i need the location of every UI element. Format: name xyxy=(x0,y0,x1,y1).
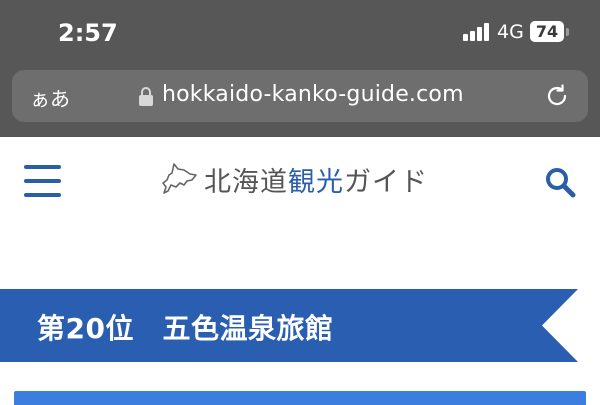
hokkaido-map-icon xyxy=(162,163,197,194)
reload-icon[interactable] xyxy=(544,83,570,109)
address-bar[interactable]: ぁあ hokkaido-kanko-guide.com xyxy=(12,70,588,122)
cellular-signal-icon xyxy=(463,23,490,41)
ranking-banner: 第20位 五色温泉旅館 xyxy=(0,289,578,362)
battery-tip xyxy=(566,28,569,36)
status-time: 2:57 xyxy=(58,19,118,47)
content-card-top xyxy=(14,391,586,405)
hamburger-menu-icon[interactable] xyxy=(24,165,61,197)
network-type: 4G xyxy=(497,21,524,43)
text-size-button[interactable]: ぁあ xyxy=(30,83,70,112)
battery-icon: 74 xyxy=(530,21,564,42)
url-text[interactable]: hokkaido-kanko-guide.com xyxy=(162,82,464,107)
ranking-title: 第20位 五色温泉旅館 xyxy=(37,312,334,345)
lock-icon xyxy=(139,87,153,106)
browser-chrome: 2:57 4G 74 ぁあ hokkaido-kanko-guide.com xyxy=(0,0,600,137)
site-header: 北海道観光ガイド xyxy=(0,137,600,227)
battery-percent: 74 xyxy=(535,22,559,41)
site-logo-text: 北海道観光ガイド xyxy=(204,166,428,198)
search-icon[interactable] xyxy=(544,166,576,198)
site-logo[interactable]: 北海道観光ガイド xyxy=(160,159,428,199)
